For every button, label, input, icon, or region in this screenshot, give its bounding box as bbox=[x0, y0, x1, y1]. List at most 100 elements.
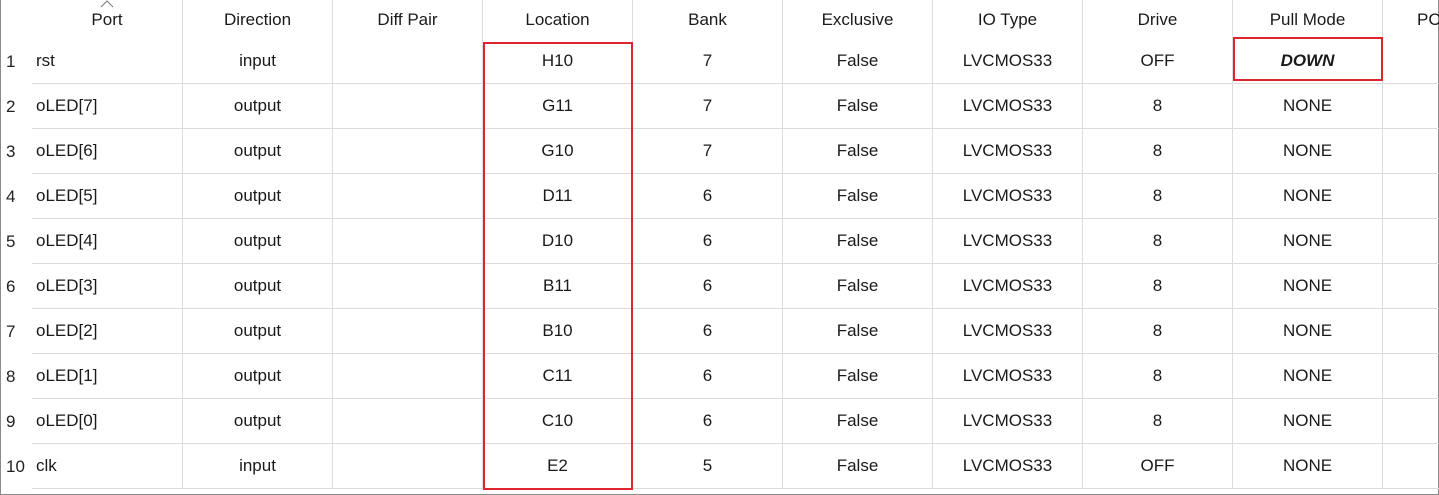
column-header-location[interactable]: Location bbox=[483, 0, 633, 43]
cell-pc[interactable] bbox=[1383, 354, 1439, 399]
cell-direction[interactable]: output bbox=[183, 219, 333, 264]
cell-exclusive[interactable]: False bbox=[783, 39, 933, 84]
table-row[interactable]: 9 oLED[0] output C10 6 False LVCMOS33 8 … bbox=[0, 399, 1439, 444]
column-header-drive[interactable]: Drive bbox=[1083, 0, 1233, 43]
cell-diff-pair[interactable] bbox=[333, 354, 483, 399]
cell-exclusive[interactable]: False bbox=[783, 129, 933, 174]
cell-location[interactable]: D11 bbox=[483, 174, 633, 219]
cell-port[interactable]: oLED[1] bbox=[32, 354, 183, 399]
cell-exclusive[interactable]: False bbox=[783, 174, 933, 219]
cell-drive[interactable]: 8 bbox=[1083, 174, 1233, 219]
cell-pc[interactable] bbox=[1383, 174, 1439, 219]
cell-diff-pair[interactable] bbox=[333, 309, 483, 354]
cell-port[interactable]: oLED[7] bbox=[32, 84, 183, 129]
cell-pc[interactable] bbox=[1383, 84, 1439, 129]
cell-port[interactable]: oLED[6] bbox=[32, 129, 183, 174]
cell-pc[interactable] bbox=[1383, 309, 1439, 354]
cell-port[interactable]: oLED[5] bbox=[32, 174, 183, 219]
cell-io-type[interactable]: LVCMOS33 bbox=[933, 399, 1083, 444]
cell-pull-mode[interactable]: NONE bbox=[1233, 444, 1383, 489]
cell-io-type[interactable]: LVCMOS33 bbox=[933, 84, 1083, 129]
cell-direction[interactable]: output bbox=[183, 129, 333, 174]
cell-bank[interactable]: 6 bbox=[633, 309, 783, 354]
cell-drive[interactable]: 8 bbox=[1083, 264, 1233, 309]
table-row[interactable]: 2 oLED[7] output G11 7 False LVCMOS33 8 … bbox=[0, 84, 1439, 129]
cell-exclusive[interactable]: False bbox=[783, 84, 933, 129]
cell-pc[interactable] bbox=[1383, 264, 1439, 309]
cell-direction[interactable]: output bbox=[183, 174, 333, 219]
cell-bank[interactable]: 7 bbox=[633, 39, 783, 84]
cell-bank[interactable]: 6 bbox=[633, 264, 783, 309]
cell-direction[interactable]: output bbox=[183, 84, 333, 129]
table-row[interactable]: 5 oLED[4] output D10 6 False LVCMOS33 8 … bbox=[0, 219, 1439, 264]
cell-pc[interactable] bbox=[1383, 399, 1439, 444]
cell-exclusive[interactable]: False bbox=[783, 399, 933, 444]
cell-io-type[interactable]: LVCMOS33 bbox=[933, 354, 1083, 399]
cell-direction[interactable]: output bbox=[183, 399, 333, 444]
cell-port[interactable]: rst bbox=[32, 39, 183, 84]
cell-direction[interactable]: output bbox=[183, 309, 333, 354]
table-row[interactable]: 7 oLED[2] output B10 6 False LVCMOS33 8 … bbox=[0, 309, 1439, 354]
cell-pull-mode[interactable]: NONE bbox=[1233, 309, 1383, 354]
cell-diff-pair[interactable] bbox=[333, 219, 483, 264]
table-row[interactable]: 4 oLED[5] output D11 6 False LVCMOS33 8 … bbox=[0, 174, 1439, 219]
table-row[interactable]: 8 oLED[1] output C11 6 False LVCMOS33 8 … bbox=[0, 354, 1439, 399]
cell-exclusive[interactable]: False bbox=[783, 264, 933, 309]
cell-exclusive[interactable]: False bbox=[783, 444, 933, 489]
cell-pull-mode[interactable]: NONE bbox=[1233, 219, 1383, 264]
cell-port[interactable]: oLED[3] bbox=[32, 264, 183, 309]
cell-direction[interactable]: input bbox=[183, 39, 333, 84]
cell-drive[interactable]: 8 bbox=[1083, 399, 1233, 444]
cell-io-type[interactable]: LVCMOS33 bbox=[933, 444, 1083, 489]
cell-diff-pair[interactable] bbox=[333, 444, 483, 489]
column-header-exclusive[interactable]: Exclusive bbox=[783, 0, 933, 43]
cell-port[interactable]: oLED[4] bbox=[32, 219, 183, 264]
cell-diff-pair[interactable] bbox=[333, 174, 483, 219]
column-header-pc[interactable]: PC bbox=[1383, 0, 1439, 43]
cell-bank[interactable]: 5 bbox=[633, 444, 783, 489]
cell-port[interactable]: clk bbox=[32, 444, 183, 489]
cell-location[interactable]: E2 bbox=[483, 444, 633, 489]
cell-drive[interactable]: 8 bbox=[1083, 309, 1233, 354]
cell-exclusive[interactable]: False bbox=[783, 354, 933, 399]
cell-drive[interactable]: 8 bbox=[1083, 84, 1233, 129]
cell-drive[interactable]: 8 bbox=[1083, 219, 1233, 264]
cell-direction[interactable]: input bbox=[183, 444, 333, 489]
cell-pull-mode[interactable]: NONE bbox=[1233, 399, 1383, 444]
column-header-port[interactable]: Port bbox=[32, 0, 183, 43]
cell-port[interactable]: oLED[0] bbox=[32, 399, 183, 444]
cell-drive[interactable]: 8 bbox=[1083, 354, 1233, 399]
cell-io-type[interactable]: LVCMOS33 bbox=[933, 39, 1083, 84]
cell-pull-mode[interactable]: NONE bbox=[1233, 174, 1383, 219]
cell-bank[interactable]: 7 bbox=[633, 129, 783, 174]
cell-io-type[interactable]: LVCMOS33 bbox=[933, 174, 1083, 219]
cell-diff-pair[interactable] bbox=[333, 264, 483, 309]
column-header-diff-pair[interactable]: Diff Pair bbox=[333, 0, 483, 43]
cell-direction[interactable]: output bbox=[183, 264, 333, 309]
cell-location[interactable]: G11 bbox=[483, 84, 633, 129]
cell-location[interactable]: D10 bbox=[483, 219, 633, 264]
cell-location[interactable]: B11 bbox=[483, 264, 633, 309]
cell-diff-pair[interactable] bbox=[333, 39, 483, 84]
cell-location[interactable]: B10 bbox=[483, 309, 633, 354]
cell-bank[interactable]: 6 bbox=[633, 174, 783, 219]
cell-bank[interactable]: 6 bbox=[633, 219, 783, 264]
cell-drive[interactable]: OFF bbox=[1083, 39, 1233, 84]
column-header-pull-mode[interactable]: Pull Mode bbox=[1233, 0, 1383, 43]
cell-drive[interactable]: 8 bbox=[1083, 129, 1233, 174]
cell-pc[interactable] bbox=[1383, 39, 1439, 84]
cell-exclusive[interactable]: False bbox=[783, 219, 933, 264]
cell-exclusive[interactable]: False bbox=[783, 309, 933, 354]
cell-location[interactable]: C10 bbox=[483, 399, 633, 444]
cell-location[interactable]: C11 bbox=[483, 354, 633, 399]
cell-pc[interactable] bbox=[1383, 444, 1439, 489]
cell-location[interactable]: G10 bbox=[483, 129, 633, 174]
cell-pc[interactable] bbox=[1383, 129, 1439, 174]
cell-direction[interactable]: output bbox=[183, 354, 333, 399]
cell-drive[interactable]: OFF bbox=[1083, 444, 1233, 489]
cell-pull-mode[interactable]: NONE bbox=[1233, 84, 1383, 129]
column-header-bank[interactable]: Bank bbox=[633, 0, 783, 43]
cell-port[interactable]: oLED[2] bbox=[32, 309, 183, 354]
cell-location[interactable]: H10 bbox=[483, 39, 633, 84]
cell-diff-pair[interactable] bbox=[333, 84, 483, 129]
